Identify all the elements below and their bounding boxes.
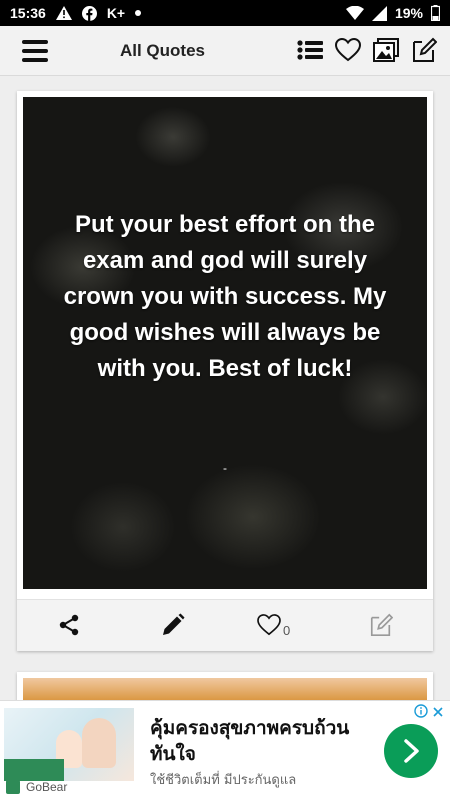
facebook-icon [81,5,97,21]
ad-title[interactable]: คุ้มครองสุขภาพครบถ้วน ทันใจ [150,715,380,767]
gobear-logo-icon [6,780,20,794]
notification-dot-icon [135,10,142,16]
edit-pencil-icon[interactable] [161,610,185,640]
battery-icon [431,5,440,21]
ad-image[interactable] [4,708,134,781]
heart-icon [257,614,281,636]
ad-info-icon[interactable] [414,704,428,723]
like-button[interactable]: 0 [257,610,290,640]
status-time: 15:36 [10,5,46,21]
ad-choices[interactable] [414,704,444,723]
quote-background-image[interactable]: Put your best effort on the exam and god… [23,97,427,589]
ad-brand-name: GoBear [26,780,68,794]
card-actions: 0 [17,599,433,651]
like-count: 0 [283,622,291,638]
app-bar: All Quotes [0,26,450,76]
ad-close-icon[interactable] [432,705,444,723]
wifi-icon [345,6,364,20]
chevron-right-icon [404,739,419,763]
ad-brand: GoBear [6,780,67,794]
compose-from-quote-icon[interactable] [369,610,393,640]
compose-icon[interactable] [410,36,438,64]
list-icon[interactable] [296,36,324,64]
status-bar: 15:36 K+ 19% [0,0,450,26]
carrier-badge: K+ [106,5,126,21]
warning-icon [55,6,72,20]
gallery-icon[interactable] [372,36,400,64]
signal-icon [371,5,387,21]
ad-subtitle: ใช้ชีวิตเต็มที่ มีประกันดูแล [150,773,297,788]
quote-card: Put your best effort on the exam and god… [17,91,433,651]
share-icon[interactable] [57,610,81,640]
battery-percent: 19% [394,5,423,21]
page-title: All Quotes [119,41,205,60]
quote-author: - [223,461,227,475]
ad-go-button[interactable] [384,724,438,778]
quote-text: Put your best effort on the exam and god… [63,211,387,382]
favorites-heart-icon[interactable] [334,36,362,64]
